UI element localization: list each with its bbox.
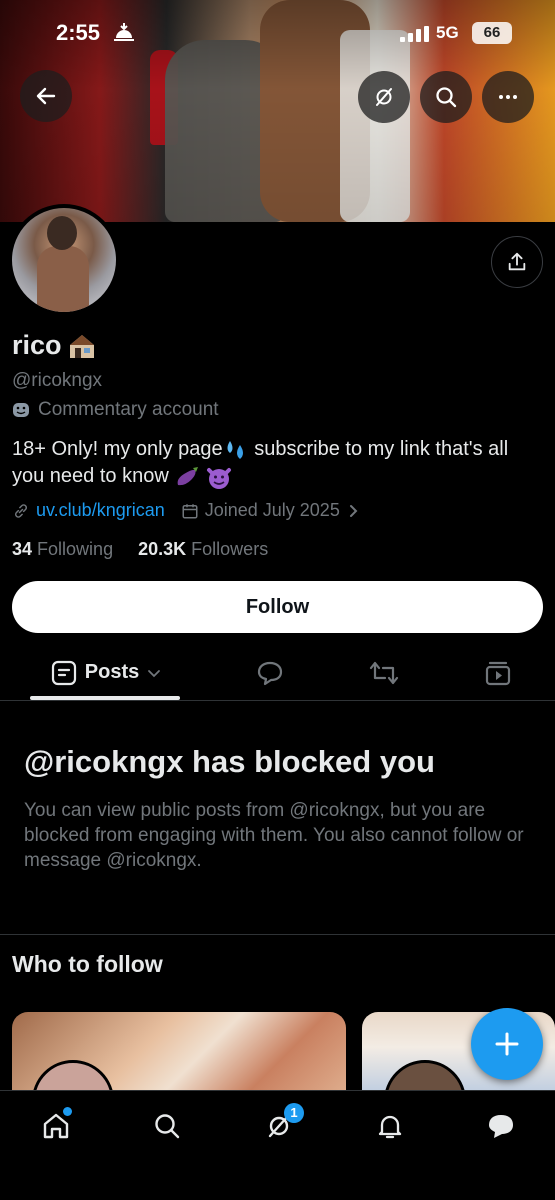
repost-icon	[369, 661, 399, 684]
blocked-title: @ricokngx has blocked you	[24, 744, 435, 779]
profile-bio: 18+ Only! my only page subscribe to my l…	[12, 436, 542, 490]
sweat-droplets-icon	[227, 440, 243, 459]
battery-indicator: 66	[472, 22, 512, 44]
search-icon	[155, 1114, 180, 1139]
link-icon	[14, 503, 28, 518]
signal-icon	[400, 26, 429, 42]
search-icon	[436, 87, 457, 108]
nav-messages[interactable]	[484, 1109, 518, 1143]
video-icon	[485, 661, 511, 685]
section-divider	[0, 934, 555, 935]
comment-icon	[257, 661, 283, 685]
following-count: 34	[12, 539, 33, 559]
followers-link[interactable]: 20.3K Followers	[138, 539, 268, 559]
followers-count: 20.3K	[138, 539, 187, 559]
nav-notifications[interactable]	[373, 1109, 407, 1143]
tab-videos[interactable]	[478, 645, 518, 700]
network-label: 5G	[436, 23, 459, 42]
nav-home[interactable]	[39, 1107, 73, 1143]
tab-replies[interactable]	[250, 645, 290, 700]
following-label: Following	[37, 539, 114, 559]
profile-joined[interactable]: Joined July 2025	[205, 500, 340, 521]
who-to-follow-title: Who to follow	[12, 951, 163, 977]
suggestion-card[interactable]	[12, 1012, 346, 1100]
bio-text-1: 18+ Only! my only page	[12, 438, 223, 460]
tab-reposts[interactable]	[364, 645, 404, 700]
grok-button[interactable]	[358, 71, 410, 123]
profile-tabs: Posts	[0, 645, 555, 701]
eggplant-icon	[177, 466, 199, 485]
bottom-nav: 1	[0, 1090, 555, 1200]
chevron-right-icon[interactable]	[346, 504, 360, 518]
followers-label: Followers	[191, 539, 269, 559]
smiling-devil-icon	[206, 467, 231, 489]
back-button[interactable]	[20, 70, 72, 122]
blocked-message: You can view public posts from @ricokngx…	[24, 800, 524, 871]
status-bar: 2:55 5G 66	[0, 0, 555, 62]
profile-category-text: Commentary account	[38, 399, 219, 420]
theater-masks-icon	[13, 403, 29, 417]
house-icon	[69, 334, 94, 358]
notifications-icon	[378, 1115, 402, 1139]
search-button[interactable]	[420, 71, 472, 123]
follow-button[interactable]: Follow	[12, 581, 543, 633]
compose-button[interactable]	[471, 1008, 543, 1080]
compose-icon	[495, 1032, 519, 1056]
nav-grok[interactable]: 1	[262, 1103, 304, 1143]
avatar-torso	[37, 246, 89, 312]
posts-icon	[51, 660, 76, 685]
follow-counts: 34 Following 20.3K Followers	[12, 539, 268, 560]
profile-meta: uv.club/kngrican Joined July 2025	[12, 500, 360, 521]
avatar-image	[12, 208, 116, 312]
more-button[interactable]	[482, 71, 534, 123]
active-tab-indicator	[30, 696, 180, 700]
profile-handle: @ricokngx	[12, 370, 103, 391]
status-time: 2:55	[56, 20, 101, 45]
grok-icon	[376, 88, 392, 106]
nav-search[interactable]	[150, 1109, 184, 1143]
avatar[interactable]	[8, 204, 120, 316]
chevron-down-icon	[148, 669, 161, 677]
following-link[interactable]: 34 Following	[12, 539, 113, 559]
back-arrow-icon	[36, 87, 56, 105]
share-button[interactable]	[491, 236, 543, 288]
profile-name-text: rico	[12, 330, 62, 360]
profile-category: Commentary account	[12, 399, 219, 421]
more-icon	[499, 95, 517, 99]
home-unread-dot	[63, 1107, 72, 1116]
profile-name: rico	[12, 330, 96, 361]
calendar-icon	[182, 503, 198, 518]
profile-link[interactable]: uv.club/kngrican	[36, 500, 165, 521]
tab-posts[interactable]: Posts	[30, 645, 182, 700]
tab-posts-label: Posts	[84, 661, 140, 683]
grok-badge: 1	[284, 1103, 304, 1123]
avatar-head	[47, 216, 77, 250]
alarm-icon	[114, 23, 134, 41]
chat-icon	[489, 1115, 513, 1138]
share-icon	[508, 252, 526, 271]
